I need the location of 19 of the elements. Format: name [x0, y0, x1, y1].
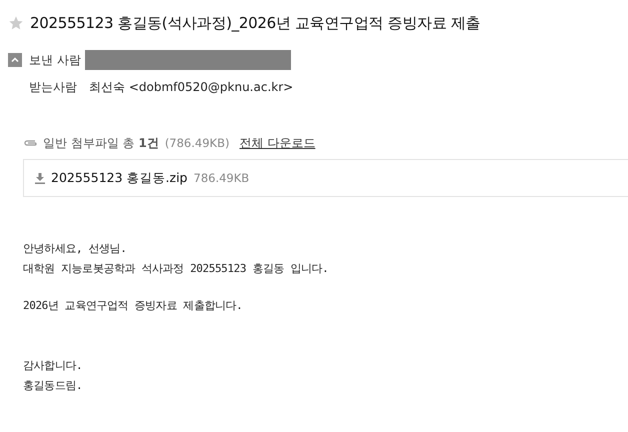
download-icon[interactable] — [35, 172, 45, 184]
attachment-file-name[interactable]: 202555123 홍길동.zip — [51, 170, 188, 186]
recipient-label: 받는사람 — [29, 78, 78, 96]
download-all-link[interactable]: 전체 다운로드 — [239, 134, 316, 152]
attachment-summary: 일반 첨부파일 총 1건 — [43, 134, 159, 152]
body-text: 2026년 교육연구업적 증빙자료 제출합니다. — [23, 298, 244, 314]
star-icon[interactable] — [8, 15, 24, 31]
chevron-icon — [10, 55, 20, 65]
attachment-total-size: (786.49KB) — [164, 136, 230, 150]
body-text: 홍길동드림. — [23, 378, 84, 394]
email-subject: 202555123 홍길동(석사과정)_2026년 교육연구업적 증빙자료 제출 — [30, 14, 480, 32]
body-text: 안녕하세요, 선생님. — [23, 241, 128, 257]
attachment-file-size: 786.49KB — [194, 171, 250, 185]
paperclip-icon — [23, 138, 37, 148]
sender-label: 보낸 사람 — [29, 52, 82, 68]
body-text: 감사합니다. — [23, 358, 84, 374]
collapse-toggle[interactable] — [8, 53, 22, 67]
body-text: 대학원 지능로봇공학과 석사과정 202555123 홍길동 입니다. — [23, 261, 330, 277]
recipient-address: 최선숙 <dobmf0520@pknu.ac.kr> — [89, 78, 294, 96]
